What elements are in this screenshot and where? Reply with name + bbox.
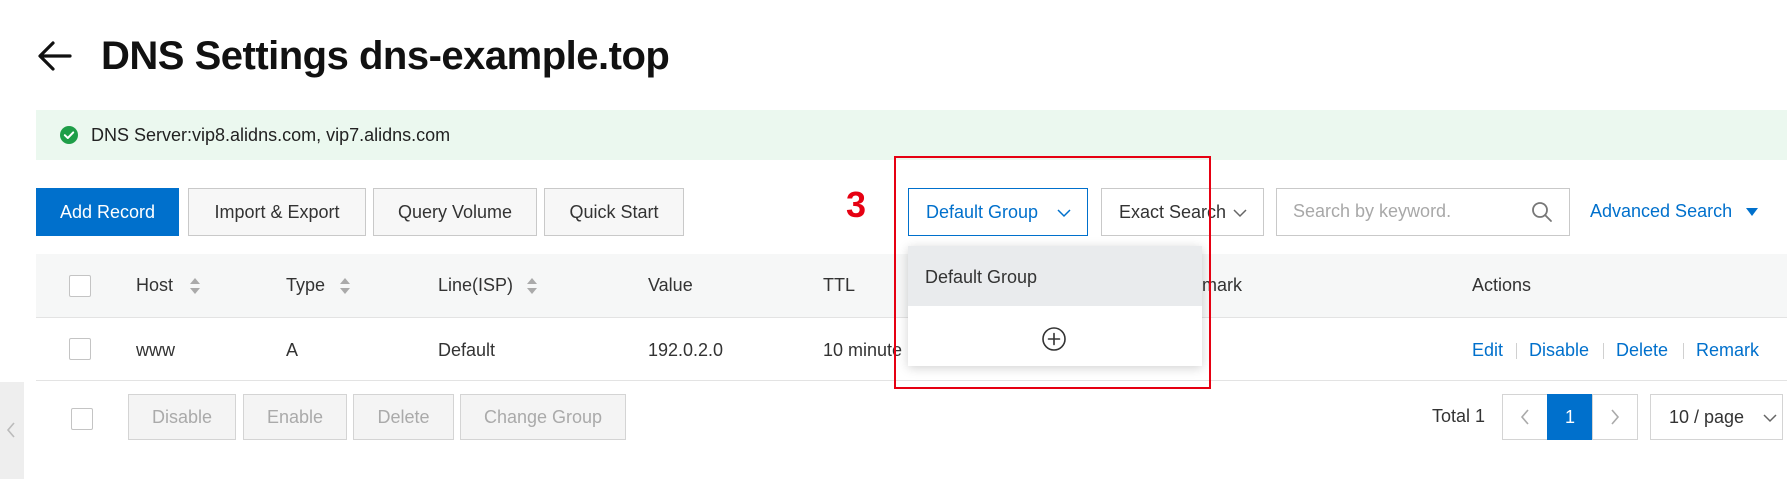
column-ttl: TTL [823, 275, 856, 295]
bulk-disable-button[interactable]: Disable [128, 394, 236, 440]
column-actions: Actions [1472, 275, 1532, 295]
caret-down-icon[interactable] [1745, 207, 1759, 217]
delete-link[interactable]: Delete [1616, 340, 1668, 361]
row-checkbox[interactable] [69, 338, 91, 360]
action-divider [1516, 343, 1517, 359]
disable-link[interactable]: Disable [1529, 340, 1589, 361]
chevron-down-icon [1763, 414, 1777, 423]
back-arrow-icon[interactable] [36, 36, 76, 76]
column-value: Value [648, 275, 693, 295]
highlight-box [894, 156, 1211, 389]
column-host[interactable]: Host [136, 275, 173, 296]
page-size-value: 10 / page [1669, 406, 1745, 427]
action-divider [1683, 343, 1684, 359]
select-all-checkbox[interactable] [69, 275, 91, 297]
change-group-button[interactable]: Change Group [460, 394, 626, 440]
row-type: A [286, 340, 299, 360]
sort-icon[interactable] [526, 276, 538, 296]
quick-start-button[interactable]: Quick Start [544, 188, 684, 236]
next-page-button[interactable] [1592, 394, 1638, 440]
search-icon[interactable] [1531, 201, 1553, 223]
column-line[interactable]: Line(ISP) [438, 275, 513, 296]
page-size-select[interactable]: 10 / page [1650, 394, 1783, 440]
prev-page-button[interactable] [1502, 394, 1548, 440]
bulk-delete-button[interactable]: Delete [353, 394, 454, 440]
action-divider [1603, 343, 1604, 359]
dns-server-text: DNS Server:vip8.alidns.com, vip7.alidns.… [91, 125, 451, 145]
remark-link[interactable]: Remark [1696, 340, 1759, 361]
search-placeholder: Search by keyword. [1293, 201, 1452, 221]
row-host: www [136, 340, 175, 360]
chevron-down-icon [1233, 209, 1247, 218]
sort-icon[interactable] [339, 276, 351, 296]
edit-link[interactable]: Edit [1472, 340, 1503, 361]
row-line: Default [438, 340, 496, 360]
advanced-search-link[interactable]: Advanced Search [1590, 201, 1732, 222]
footer-select-all-checkbox[interactable] [71, 408, 93, 430]
import-export-button[interactable]: Import & Export [188, 188, 366, 236]
chevron-left-icon[interactable] [6, 421, 16, 439]
row-value: 192.0.2.0 [648, 340, 724, 360]
chevron-right-icon [1611, 409, 1620, 425]
check-circle-icon [60, 126, 78, 144]
page-title: DNS Settings dns-example.top [101, 34, 670, 78]
column-type[interactable]: Type [286, 275, 325, 296]
bulk-enable-button[interactable]: Enable [243, 394, 347, 440]
total-count: Total 1 [1432, 406, 1486, 426]
page-1-button[interactable]: 1 [1547, 394, 1593, 440]
row-ttl: 10 minute [823, 340, 903, 360]
chevron-left-icon [1520, 409, 1529, 425]
query-volume-button[interactable]: Query Volume [373, 188, 537, 236]
sort-icon[interactable] [189, 276, 201, 296]
step-number: 3 [846, 184, 867, 225]
add-record-button[interactable]: Add Record [36, 188, 179, 236]
